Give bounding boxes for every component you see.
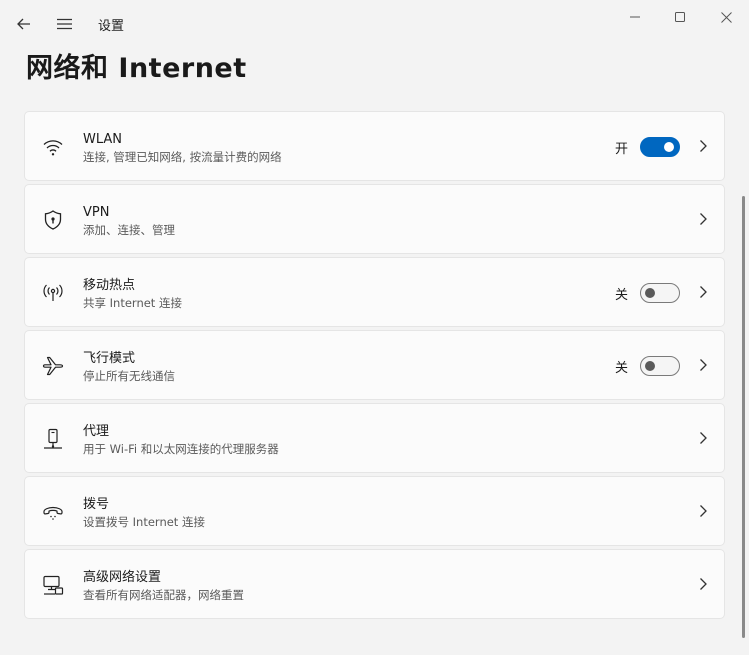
proxy-icon <box>41 427 65 451</box>
item-title: 移动热点 <box>83 278 136 293</box>
settings-item-wlan[interactable]: WLAN 连接, 管理已知网络, 按流量计费的网络 开 <box>24 111 725 181</box>
item-subtitle: 用于 Wi-Fi 和以太网连接的代理服务器 <box>83 442 279 456</box>
settings-item-dial-up[interactable]: 拨号 设置拨号 Internet 连接 <box>24 476 725 546</box>
item-subtitle: 连接, 管理已知网络, 按流量计费的网络 <box>83 150 282 164</box>
chevron-right-icon <box>700 140 707 152</box>
toggle-state-label: 关 <box>614 361 628 376</box>
toggle-knob <box>645 288 655 298</box>
network-adapter-icon <box>41 573 65 597</box>
chevron-right-icon <box>700 432 707 444</box>
item-subtitle: 停止所有无线通信 <box>83 369 175 383</box>
settings-list: WLAN 连接, 管理已知网络, 按流量计费的网络 开 VPN 添加、连接、管理… <box>24 111 725 622</box>
hamburger-icon <box>56 18 72 30</box>
back-arrow-icon <box>17 18 30 30</box>
item-text: 高级网络设置 查看所有网络适配器，网络重置 <box>83 569 244 603</box>
item-title: 代理 <box>83 424 110 439</box>
item-text: 代理 用于 Wi-Fi 和以太网连接的代理服务器 <box>83 423 279 457</box>
toggle-state-label: 开 <box>614 142 628 157</box>
toggle-knob <box>645 361 655 371</box>
settings-item-mobile-hotspot[interactable]: 移动热点 共享 Internet 连接 关 <box>24 257 725 327</box>
item-subtitle: 设置拨号 Internet 连接 <box>83 515 205 529</box>
settings-item-proxy[interactable]: 代理 用于 Wi-Fi 和以太网连接的代理服务器 <box>24 403 725 473</box>
item-text: 飞行模式 停止所有无线通信 <box>83 350 175 384</box>
wlan-toggle[interactable] <box>640 137 680 157</box>
back-button[interactable] <box>10 10 38 38</box>
item-subtitle: 查看所有网络适配器，网络重置 <box>83 588 244 602</box>
title-bar: 设置 <box>0 0 749 46</box>
maximize-button[interactable] <box>663 6 697 28</box>
chevron-right-icon <box>700 359 707 371</box>
scrollbar[interactable] <box>742 196 745 638</box>
settings-item-airplane-mode[interactable]: 飞行模式 停止所有无线通信 关 <box>24 330 725 400</box>
item-title: 高级网络设置 <box>83 570 162 585</box>
airplane-mode-toggle[interactable] <box>640 356 680 376</box>
chevron-right-icon <box>700 286 707 298</box>
wifi-icon <box>41 135 65 159</box>
page-title: 网络和 Internet <box>26 53 247 84</box>
maximize-icon <box>675 12 685 22</box>
chevron-right-icon <box>700 213 707 225</box>
toggle-state-label: 关 <box>614 288 628 303</box>
item-title: WLAN <box>83 132 123 147</box>
item-title: 飞行模式 <box>83 351 136 366</box>
airplane-icon <box>41 354 65 378</box>
item-text: 拨号 设置拨号 Internet 连接 <box>83 496 205 530</box>
item-text: WLAN 连接, 管理已知网络, 按流量计费的网络 <box>83 131 282 165</box>
item-subtitle: 添加、连接、管理 <box>83 223 175 237</box>
item-text: 移动热点 共享 Internet 连接 <box>83 277 182 311</box>
chevron-right-icon <box>700 578 707 590</box>
item-title: 拨号 <box>83 497 110 512</box>
close-button[interactable] <box>709 6 743 28</box>
app-title: 设置 <box>98 19 125 34</box>
dialup-icon <box>41 500 65 524</box>
close-icon <box>720 11 732 23</box>
chevron-right-icon <box>700 505 707 517</box>
minimize-button[interactable] <box>618 6 652 28</box>
item-title: VPN <box>83 205 110 220</box>
toggle-knob <box>664 142 674 152</box>
item-subtitle: 共享 Internet 连接 <box>83 296 182 310</box>
item-text: VPN 添加、连接、管理 <box>83 204 175 238</box>
settings-item-vpn[interactable]: VPN 添加、连接、管理 <box>24 184 725 254</box>
settings-item-advanced-network[interactable]: 高级网络设置 查看所有网络适配器，网络重置 <box>24 549 725 619</box>
minimize-icon <box>630 16 640 18</box>
mobile-hotspot-toggle[interactable] <box>640 283 680 303</box>
shield-icon <box>41 208 65 232</box>
hotspot-icon <box>41 281 65 305</box>
navigation-menu-button[interactable] <box>50 10 78 38</box>
